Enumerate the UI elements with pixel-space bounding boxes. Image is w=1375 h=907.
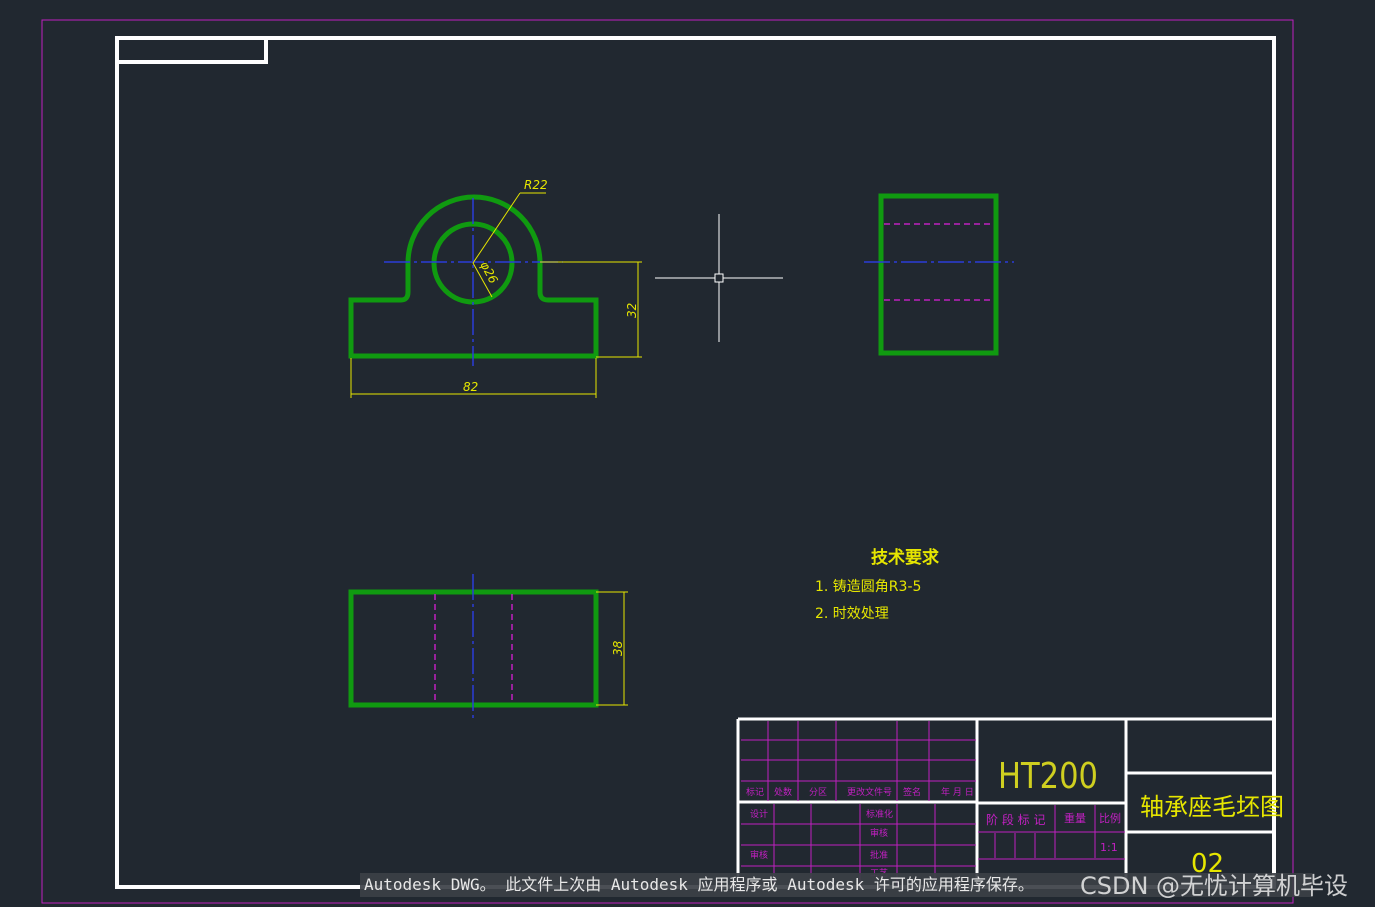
- part-name[interactable]: 轴承座毛坯图: [1140, 793, 1284, 821]
- material-field[interactable]: HT200: [998, 756, 1098, 797]
- header-zone: 分区: [809, 787, 827, 798]
- scale-value[interactable]: 1:1: [1100, 841, 1118, 854]
- header-mark: 标记: [746, 786, 764, 798]
- tech-requirement-2: 2. 时效处理: [815, 606, 889, 622]
- side-view-outline: [878, 193, 999, 356]
- layout-boundary: [41, 19, 1294, 904]
- radius-dimension: R22: [524, 178, 548, 192]
- drawing-frame: [115, 36, 1276, 889]
- row-design: 设计: [750, 808, 768, 820]
- watermark: CSDN @无忧计算机毕设: [1080, 872, 1349, 900]
- drawing-number-box: [115, 36, 268, 64]
- cad-drawing-canvas[interactable]: R22 φ26 32 82 38 技术要求 1. 铸造圆角R3-5 2. 时效处…: [0, 0, 1375, 907]
- header-count: 处数: [774, 786, 792, 798]
- height-dimension-top: 38: [611, 640, 625, 656]
- weight-label: 重量: [1064, 811, 1086, 825]
- row-review: 审核: [870, 827, 888, 839]
- tech-requirements-title: 技术要求: [871, 547, 939, 568]
- row-process-label: 审核: [750, 849, 768, 861]
- side-view[interactable]: [864, 193, 1014, 356]
- row-standardize: 标准化: [866, 808, 893, 820]
- stage-mark-label: 阶 段 标 记: [986, 812, 1045, 827]
- header-change-doc: 更改文件号: [847, 786, 892, 798]
- row-approve: 批准: [870, 849, 888, 861]
- diameter-dimension: φ26: [477, 259, 500, 286]
- file-notice-text: Autodesk DWG。 此文件上次由 Autodesk 应用程序或 Auto…: [364, 875, 1034, 894]
- top-view[interactable]: 38: [348, 574, 628, 722]
- tech-requirement-1: 1. 铸造圆角R3-5: [815, 579, 921, 595]
- header-date: 年 月 日: [941, 786, 974, 798]
- header-sign: 签名: [903, 786, 921, 798]
- front-view[interactable]: R22 φ26 32 82: [348, 178, 642, 398]
- tech-requirements: 技术要求 1. 铸造圆角R3-5 2. 时效处理: [815, 547, 939, 622]
- crosshair-cursor: [655, 214, 783, 342]
- scale-label: 比例: [1099, 811, 1121, 825]
- title-block[interactable]: 标记 处数 分区 更改文件号 签名 年 月 日 设计 标准化 审核 审核 批准 …: [736, 717, 1284, 887]
- height-dimension-front: 32: [625, 303, 639, 318]
- width-dimension-front: 82: [463, 380, 478, 394]
